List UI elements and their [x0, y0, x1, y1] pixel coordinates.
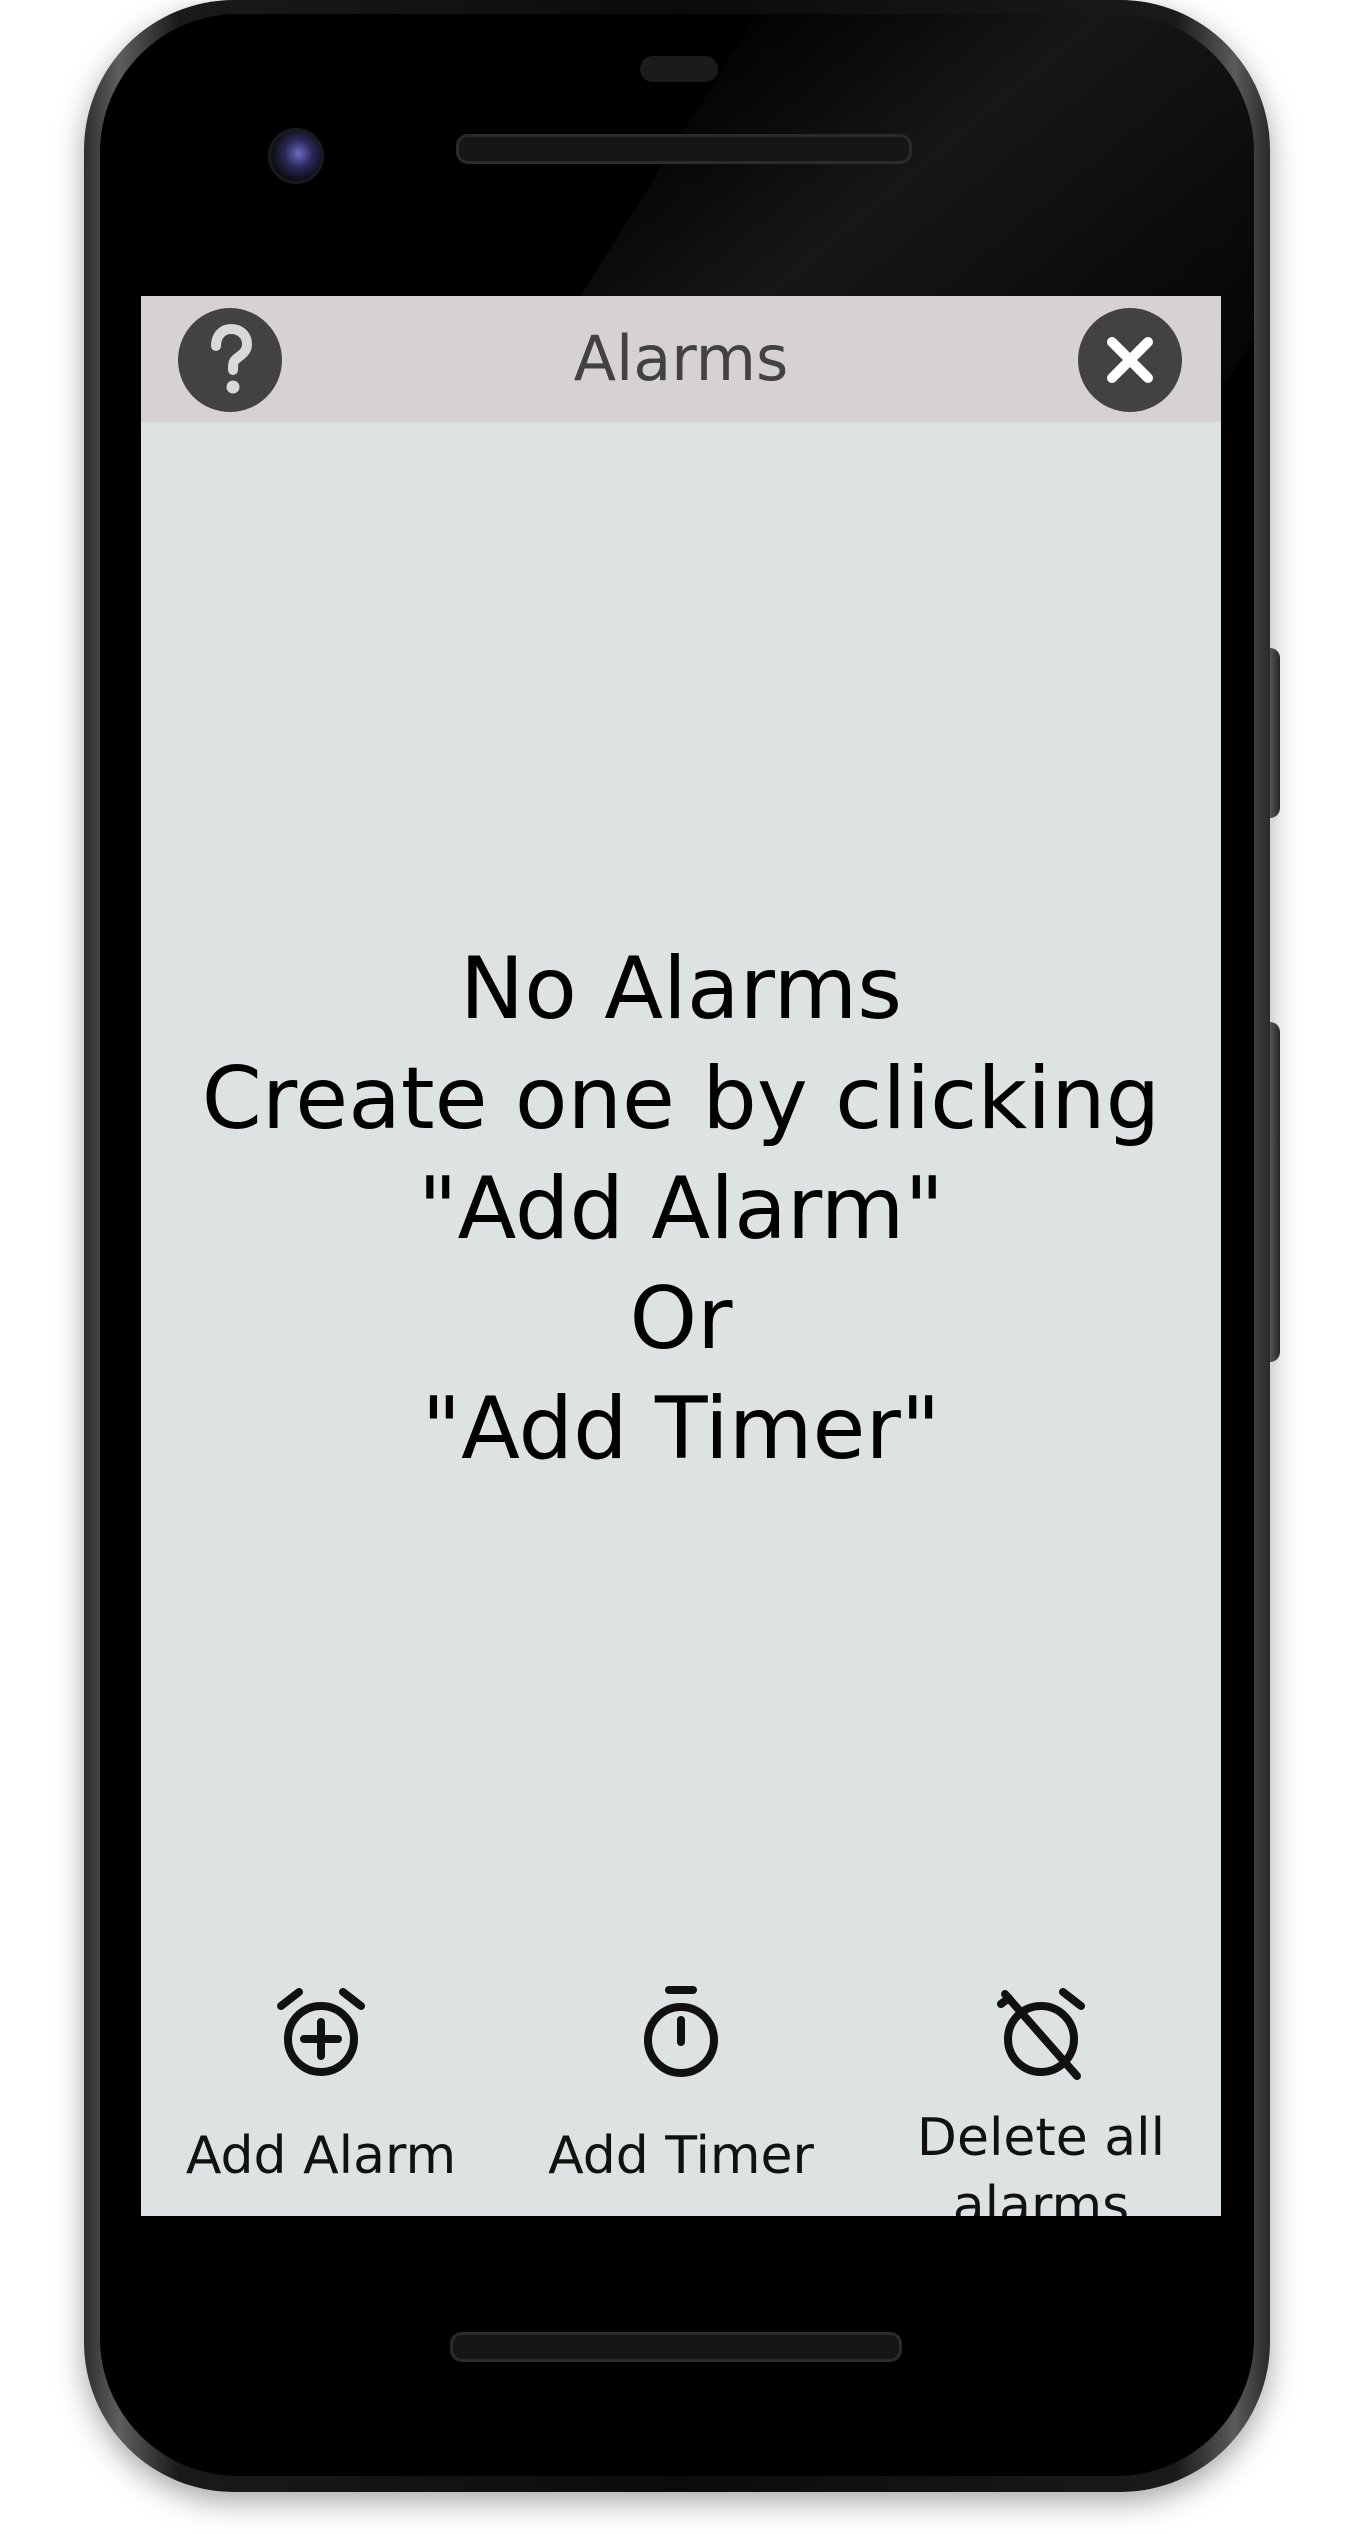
close-circle-icon: [1107, 337, 1153, 383]
app-header: Alarms: [141, 296, 1221, 422]
page-title: Alarms: [573, 322, 789, 395]
proximity-sensor: [640, 56, 718, 82]
timer-icon: [644, 1986, 718, 2077]
empty-state-line: Or: [629, 1269, 733, 1369]
empty-state-line: No Alarms: [459, 939, 903, 1039]
empty-state-line: "Add Timer": [421, 1379, 941, 1479]
add-timer-label: Add Timer: [548, 2126, 814, 2186]
delete-all-alarms-button[interactable]: Delete all alarms: [861, 1976, 1221, 2216]
add-alarm-button[interactable]: Add Alarm: [141, 1976, 501, 2216]
empty-state-line: "Add Alarm": [418, 1159, 944, 1259]
earpiece-speaker: [456, 134, 912, 164]
empty-state-line: Create one by clicking: [201, 1049, 1161, 1149]
front-camera: [268, 128, 324, 184]
close-button[interactable]: [1078, 308, 1182, 412]
empty-state-message: No Alarms Create one by clicking "Add Al…: [141, 934, 1221, 1484]
add-alarm-label: Add Alarm: [185, 2126, 457, 2186]
bottom-action-bar: Add Alarm Add Timer Delete all alarms: [141, 1976, 1221, 2216]
help-circle-icon: [211, 323, 253, 394]
alarm-add-icon: [277, 1988, 365, 2076]
page: Alarms No Alarms Create one by clicking …: [0, 0, 1370, 2534]
delete-all-alarms-label: Delete all alarms: [916, 2108, 1166, 2216]
help-button[interactable]: [178, 308, 282, 412]
app-screen: Alarms No Alarms Create one by clicking …: [141, 296, 1221, 2216]
add-timer-button[interactable]: Add Timer: [501, 1976, 861, 2216]
alarm-off-icon: [997, 1988, 1085, 2080]
bottom-speaker: [450, 2332, 902, 2362]
